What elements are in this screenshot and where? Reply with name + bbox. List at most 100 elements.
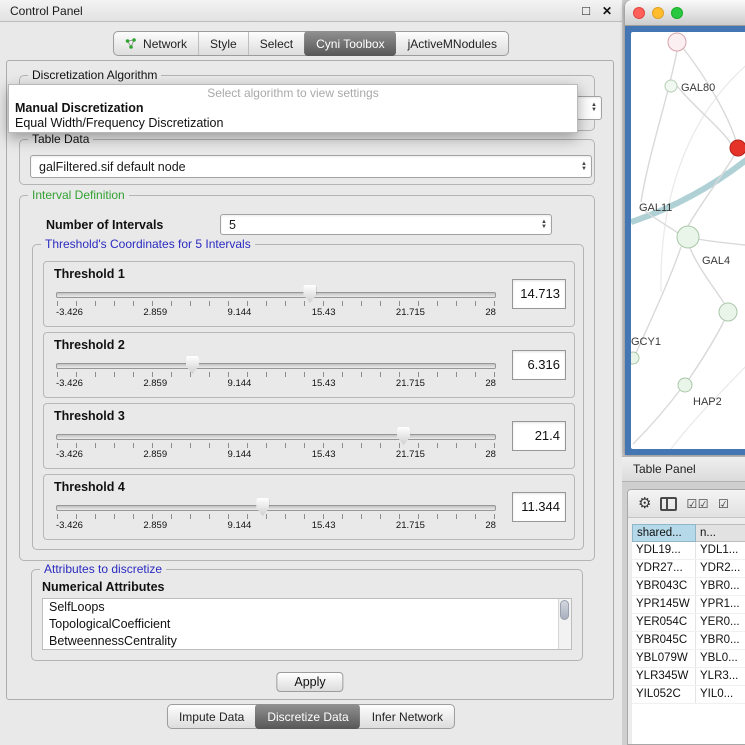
control-panel-title: Control Panel [10,4,83,18]
combo-arrows-icon: ▲▼ [591,103,597,113]
tab-cyni-toolbox[interactable]: Cyni Toolbox [304,31,395,56]
list-scrollbar[interactable] [558,599,571,649]
discretization-algorithm-group-title: Discretization Algorithm [28,68,161,82]
settings-gear-icon[interactable]: ⚙ [638,496,651,511]
table-row[interactable]: YDR27... YDR2... [632,560,745,578]
bottom-tab-bar: Impute Data Discretize Data Infer Networ… [167,704,455,729]
table-cell: YBR043C [632,578,696,595]
tab-network[interactable]: Network [114,32,198,55]
threshold-4-label: Threshold 4 [54,480,125,494]
slider-scale: -3.426 2.859 9.144 15.43 21.715 28 [56,378,496,389]
list-item-topologicalcoefficient[interactable]: TopologicalCoefficient [43,616,571,633]
table-row[interactable]: YLR345W YLR3... [632,668,745,686]
combo-arrows-icon: ▲▼ [541,220,547,230]
table-row[interactable]: YER054C YER0... [632,614,745,632]
table-row[interactable]: YBL079W YBL0... [632,650,745,668]
network-icon [125,38,138,50]
threshold-4-slider[interactable]: -3.426 2.859 9.144 15.43 21.715 28 [56,499,496,535]
dropdown-placeholder: Select algorithm to view settings [9,85,577,101]
network-node-gcy1[interactable] [631,352,639,364]
list-item-selfloops[interactable]: SelfLoops [43,599,571,616]
table-row[interactable]: YIL052C YIL0... [632,686,745,704]
algorithm-dropdown-popup: Select algorithm to view settings Manual… [8,84,578,133]
list-item-betweennesscentrality[interactable]: BetweennessCentrality [43,633,571,650]
tab-style[interactable]: Style [198,32,248,55]
table-cell: YLR3... [696,668,745,685]
table-row[interactable]: YPR145W YPR1... [632,596,745,614]
table-row[interactable]: YBR043C YBR0... [632,578,745,596]
table-row[interactable]: YBR045C YBR0... [632,632,745,650]
network-canvas[interactable]: GAL80 GAL11 GAL4 GCY1 HAP2 [631,32,745,449]
threshold-2-slider[interactable]: -3.426 2.859 9.144 15.43 21.715 28 [56,357,496,393]
dropdown-option-equal-width-frequency[interactable]: Equal Width/Frequency Discretization [9,116,577,131]
number-of-intervals-select[interactable]: 5 ▲▼ [220,214,552,235]
tab-impute-data[interactable]: Impute Data [168,705,255,728]
threshold-3-label: Threshold 3 [54,409,125,423]
threshold-3-value-field[interactable]: 21.4 [512,421,566,451]
select-columns-icons[interactable]: ☑☑ [686,497,709,511]
slider-track[interactable] [56,363,496,369]
table-data-select[interactable]: galFiltered.sif default node ▲▼ [30,155,592,178]
close-button[interactable] [633,7,645,19]
tab-discretize-data-label: Discretize Data [267,710,348,724]
tab-network-label: Network [143,37,187,51]
select-rows-icon[interactable]: ☑ [718,497,729,511]
node-label-gal4: GAL4 [702,255,730,267]
slider-track[interactable] [56,292,496,298]
column-header-name[interactable]: n... [696,524,745,542]
network-node[interactable] [719,303,737,321]
scale-label: 28 [485,520,496,531]
table-data-group: Table Data galFiltered.sif default node … [19,139,595,185]
numerical-attributes-label: Numerical Attributes [42,580,164,594]
close-icon[interactable]: ✕ [602,4,612,18]
network-node-gal4[interactable] [677,226,699,248]
scale-label: 15.43 [312,378,336,389]
slider-track[interactable] [56,434,496,440]
threshold-1-value-field[interactable]: 14.713 [512,279,566,309]
tab-select[interactable]: Select [248,32,304,55]
checkbox-icon[interactable]: ☑ [698,497,709,511]
scale-label: 15.43 [312,449,336,460]
threshold-3-slider[interactable]: -3.426 2.859 9.144 15.43 21.715 28 [56,428,496,464]
tab-infer-network[interactable]: Infer Network [360,705,454,728]
network-view-frame: GAL80 GAL11 GAL4 GCY1 HAP2 [625,26,745,455]
scale-label: -3.426 [56,449,83,460]
network-node-selected[interactable] [730,140,745,156]
zoom-button[interactable] [671,7,683,19]
show-columns-icon[interactable] [660,497,677,511]
table-row[interactable]: YDL19... YDL1... [632,542,745,560]
column-header-shared[interactable]: shared... [632,524,696,542]
slider-track[interactable] [56,505,496,511]
table-cell: YBR0... [696,632,745,649]
network-view-window: GAL80 GAL11 GAL4 GCY1 HAP2 [625,0,745,455]
threshold-1-panel: Threshold 1 -3.426 2.859 9.144 15.43 21.… [43,261,575,327]
table-cell: YPR145W [632,596,696,613]
threshold-4-value-field[interactable]: 11.344 [512,492,566,522]
minimize-button[interactable] [652,7,664,19]
tab-discretize-data[interactable]: Discretize Data [255,704,359,729]
tab-jactivemnodules[interactable]: jActiveMNodules [396,32,508,55]
checkbox-icon[interactable]: ☑ [686,497,697,511]
threshold-1-slider[interactable]: -3.426 2.859 9.144 15.43 21.715 28 [56,286,496,322]
network-node-hap2[interactable] [678,378,692,392]
scale-label: 9.144 [228,307,252,318]
numerical-attributes-list[interactable]: SelfLoops TopologicalCoefficient Between… [42,598,572,650]
interval-definition-group-title: Interval Definition [28,188,129,202]
tab-style-label: Style [210,37,237,51]
list-scrollbar-thumb[interactable] [560,600,569,620]
slider-ticks [57,514,495,519]
scale-label: 28 [485,307,496,318]
table-cell: YDL1... [696,542,745,559]
network-node-gal80[interactable] [665,80,677,92]
slider-scale: -3.426 2.859 9.144 15.43 21.715 28 [56,520,496,531]
node-label-hap2: HAP2 [693,396,722,408]
scale-label: 2.859 [143,307,167,318]
threshold-3-panel: Threshold 3 -3.426 2.859 9.144 15.43 21.… [43,403,575,469]
apply-button[interactable]: Apply [276,672,343,692]
threshold-2-value-field[interactable]: 6.316 [512,350,566,380]
dropdown-option-manual-discretization[interactable]: Manual Discretization [9,101,577,116]
network-node[interactable] [668,33,686,51]
float-window-icon[interactable]: □ [582,3,590,18]
checkbox-icon[interactable]: ☑ [718,497,729,511]
node-table: shared... n... YDL19... YDL1... YDR27...… [632,524,745,744]
